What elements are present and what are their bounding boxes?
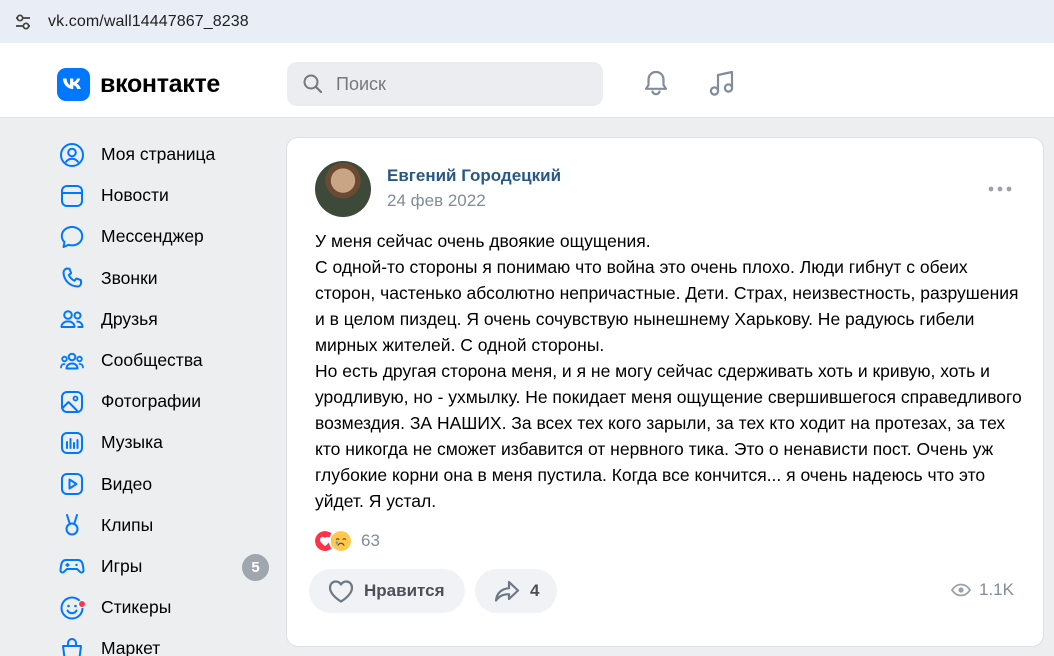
video-icon [58, 470, 86, 498]
sidebar-item-games[interactable]: Игры 5 [58, 546, 278, 587]
sidebar-item-my-page[interactable]: Моя страница [58, 134, 278, 175]
sidebar-item-label: Клипы [101, 514, 154, 535]
heart-outline-icon [328, 580, 354, 603]
sidebar-item-stickers[interactable]: Стикеры [58, 587, 278, 628]
browser-toolbar: vk.com/wall14447867_8238 [0, 0, 1054, 45]
share-button[interactable]: 4 [475, 569, 557, 613]
url-text[interactable]: vk.com/wall14447867_8238 [48, 13, 249, 31]
market-icon [58, 635, 86, 656]
news-icon [58, 182, 86, 210]
crying-face-reaction-icon [329, 529, 353, 553]
vk-logo-icon [57, 68, 90, 101]
search-placeholder: Поиск [336, 73, 386, 94]
sticker-icon [58, 594, 86, 622]
reactions-count: 63 [361, 531, 380, 550]
sidebar-item-messenger[interactable]: Мессенджер [58, 216, 278, 257]
post-paragraph: У меня сейчас очень двоякие ощущения. [315, 231, 651, 251]
friends-icon [58, 305, 86, 333]
sidebar-item-photos[interactable]: Фотографии [58, 381, 278, 422]
search-icon [303, 74, 323, 94]
message-icon [58, 223, 86, 251]
vk-logo[interactable]: вконтакте [57, 68, 220, 101]
sidebar-item-label: Сообщества [101, 350, 203, 371]
sidebar-item-music[interactable]: Музыка [58, 422, 278, 463]
share-count: 4 [530, 581, 540, 600]
site-settings-icon[interactable] [6, 5, 40, 39]
sidebar-item-label: Фотографии [101, 391, 202, 412]
sidebar-item-label: Видео [101, 473, 153, 494]
bell-icon[interactable] [640, 67, 672, 99]
sidebar-item-market[interactable]: Маркет [58, 628, 278, 656]
wall-post: Евгений Городецкий 24 фев 2022 У меня се… [286, 137, 1044, 647]
more-options-icon[interactable] [987, 176, 1013, 202]
sidebar-item-label: Звонки [101, 267, 158, 288]
search-input[interactable]: Поиск [287, 62, 603, 106]
games-count-badge: 5 [242, 553, 269, 581]
address-bar[interactable]: vk.com/wall14447867_8238 [0, 0, 1054, 43]
sidebar-item-communities[interactable]: Сообщества [58, 340, 278, 381]
sidebar-item-label: Новости [101, 185, 169, 206]
sidebar-item-label: Моя страница [101, 144, 216, 165]
sidebar-item-friends[interactable]: Друзья [58, 299, 278, 340]
sidebar-item-clips[interactable]: Клипы [58, 505, 278, 546]
clips-icon [58, 511, 86, 539]
gamepad-icon [58, 552, 86, 580]
left-sidebar: Моя страница Новости Мессенджер Звонки Д… [58, 134, 278, 656]
sidebar-item-label: Мессенджер [101, 226, 204, 247]
vk-header: вконтакте Поиск [0, 45, 1054, 118]
author-name[interactable]: Евгений Городецкий [387, 166, 561, 186]
sidebar-item-label: Маркет [101, 638, 161, 656]
music-icon [58, 429, 86, 457]
eye-icon [951, 583, 971, 597]
sidebar-item-label: Стикеры [101, 597, 172, 618]
reactions-summary[interactable]: 63 [313, 529, 380, 553]
views-count: 1.1K [979, 580, 1014, 599]
like-button[interactable]: Нравится [309, 569, 465, 613]
post-text: У меня сейчас очень двоякие ощущения. С … [315, 228, 1027, 514]
sidebar-item-news[interactable]: Новости [58, 175, 278, 216]
post-date[interactable]: 24 фев 2022 [387, 191, 486, 211]
share-arrow-icon [494, 580, 520, 602]
sidebar-item-calls[interactable]: Звонки [58, 258, 278, 299]
like-label: Нравится [364, 581, 445, 600]
sidebar-item-label: Игры [101, 555, 143, 576]
post-paragraph: С одной-то стороны я понимаю что война э… [315, 257, 1019, 355]
notification-dot [78, 599, 86, 608]
author-avatar[interactable] [315, 161, 371, 217]
music-note-icon[interactable] [706, 67, 738, 99]
communities-icon [58, 347, 86, 375]
sidebar-item-label: Друзья [101, 308, 158, 329]
post-paragraph: Но есть другая сторона меня, и я не могу… [315, 361, 1022, 511]
user-circle-icon [58, 141, 86, 169]
sidebar-item-video[interactable]: Видео [58, 464, 278, 505]
photo-icon [58, 388, 86, 416]
views-counter: 1.1K [951, 580, 1014, 600]
logo-text: вконтакте [100, 70, 221, 98]
sidebar-item-label: Музыка [101, 432, 163, 453]
phone-icon [58, 264, 86, 292]
